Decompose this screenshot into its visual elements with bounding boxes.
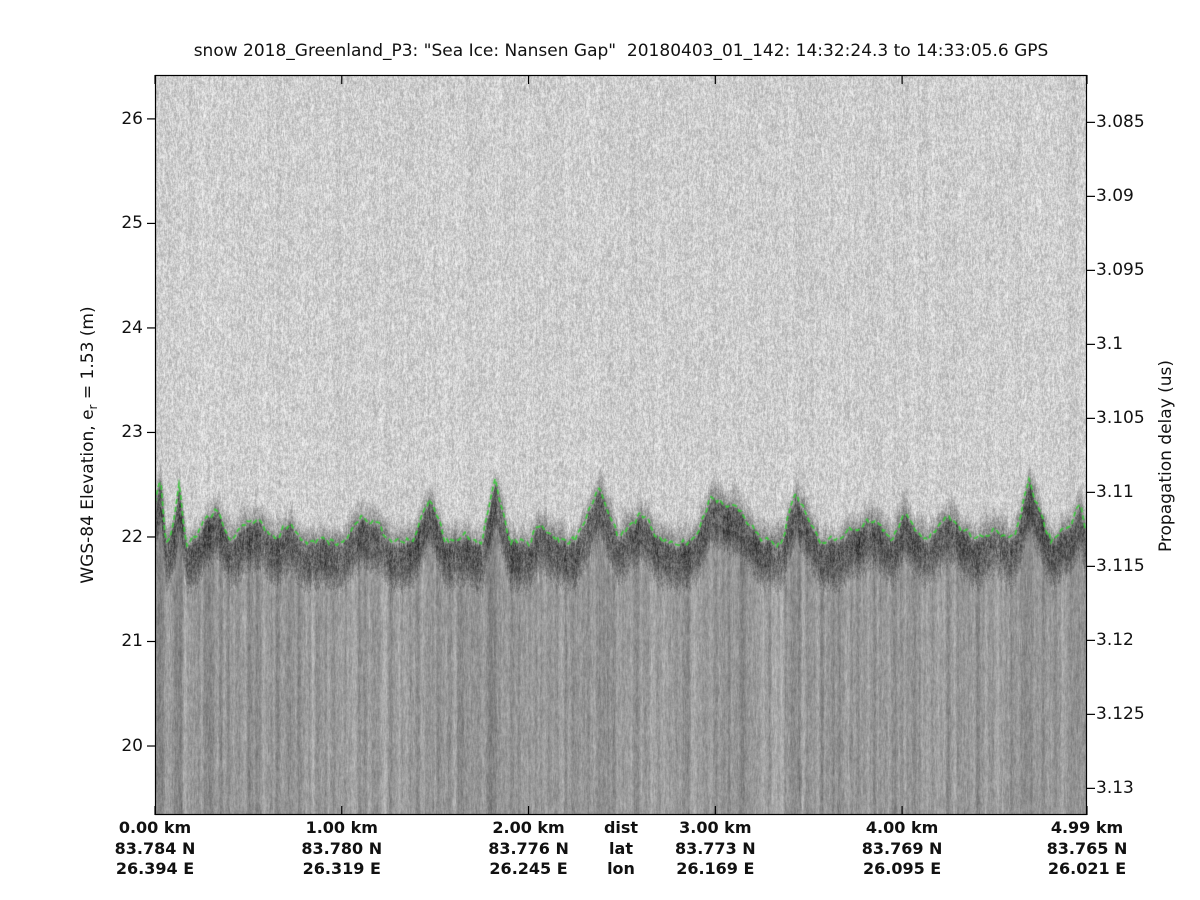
x-tick-column-row-dist: 0.00 km (118, 818, 192, 837)
right-tick-label: 3.13 (1096, 778, 1134, 799)
x-tick-column-row-lon: 26.319 E (302, 859, 381, 878)
x-tick-column-row-lat: 83.780 N (301, 838, 383, 858)
plot-title: snow 2018_Greenland_P3: "Sea Ice: Nansen… (193, 41, 1049, 61)
x-axis-row-headers-row-lon: lon (607, 859, 635, 878)
x-tick-column-row-lat: 83.784 N (114, 838, 196, 858)
right-tick-label: 3.085 (1096, 112, 1145, 133)
x-tick-column: 4.99 km 83.765 N 26.021 E (1017, 818, 1157, 880)
x-axis-row-headers-row-dist: dist (603, 818, 639, 837)
right-tick-label: 3.115 (1096, 556, 1145, 577)
left-tick-label: 20 (121, 736, 143, 757)
x-tick-column: 4.00 km 83.769 N 26.095 E (832, 818, 972, 880)
x-tick-column-row-lon: 26.095 E (862, 859, 942, 878)
x-tick-column-row-lat: 83.765 N (1046, 838, 1128, 858)
x-tick-column-row-dist: 4.99 km (1050, 818, 1124, 837)
right-axis-label: Propagation delay (us) (1156, 359, 1176, 553)
right-tick-label: 3.125 (1096, 704, 1145, 725)
left-tick-label: 24 (121, 317, 143, 338)
right-tick-label: 3.105 (1096, 408, 1145, 429)
right-tick-label: 3.09 (1096, 186, 1134, 207)
echogram-image (155, 75, 1087, 815)
right-tick-label: 3.1 (1096, 334, 1124, 355)
right-tick-label: 3.095 (1096, 260, 1145, 281)
x-tick-column-row-dist: 4.00 km (865, 818, 939, 837)
x-axis-row-headers-row-lat: lat (609, 838, 633, 858)
left-tick-label: 22 (121, 526, 143, 547)
x-tick-column-row-dist: 1.00 km (305, 818, 378, 837)
echogram-figure: snow 2018_Greenland_P3: "Sea Ice: Nansen… (0, 0, 1200, 900)
x-axis-row-headers: dist lat lon (551, 818, 691, 880)
left-axis-label-subscript: r (86, 404, 101, 410)
right-tick-label: 3.12 (1096, 630, 1134, 651)
x-tick-column-row-lon: 26.394 E (115, 859, 195, 878)
left-tick-label: 26 (121, 108, 143, 129)
left-tick-label: 25 (121, 213, 143, 234)
right-tick-label: 3.11 (1096, 482, 1134, 503)
x-tick-column-row-lon: 26.021 E (1047, 859, 1127, 878)
left-tick-label: 23 (121, 422, 143, 443)
left-tick-label: 21 (121, 631, 143, 652)
x-tick-column: 0.00 km 83.784 N 26.394 E (85, 818, 225, 880)
x-tick-column: 1.00 km 83.780 N 26.319 E (272, 818, 412, 880)
x-tick-column-row-lat: 83.769 N (861, 838, 943, 858)
